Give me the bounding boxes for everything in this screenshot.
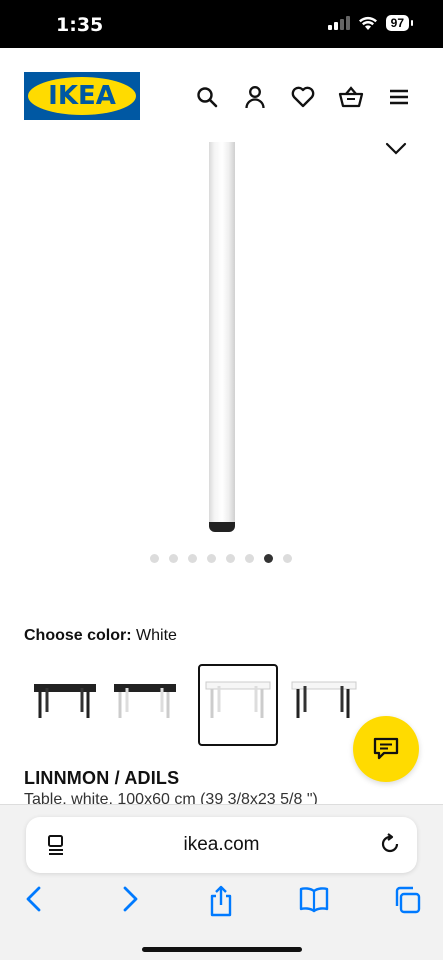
forward-icon[interactable] (120, 885, 140, 918)
gallery-pagination-dots[interactable] (150, 554, 292, 563)
chat-button[interactable] (353, 716, 419, 782)
status-bar: 1:35 97 (0, 0, 443, 48)
browser-bottom-bar: ikea.com (0, 804, 443, 960)
logo-oval: IKEA (28, 77, 136, 115)
swatch-black-brown-black[interactable] (22, 664, 102, 746)
swatch-black-brown-white[interactable] (110, 664, 190, 746)
back-icon[interactable] (24, 885, 44, 918)
logo-text: IKEA (48, 81, 116, 111)
color-swatches (22, 664, 366, 746)
signal-icon (327, 16, 350, 30)
product-image-table-leg (209, 142, 235, 530)
account-icon[interactable] (242, 84, 268, 110)
gallery-dot-active[interactable] (264, 554, 273, 563)
site-header: IKEA (0, 48, 443, 142)
gallery-dot[interactable] (188, 554, 197, 563)
reload-icon[interactable] (379, 833, 401, 860)
ikea-logo[interactable]: IKEA (24, 72, 140, 120)
gallery-dot[interactable] (283, 554, 292, 563)
status-time: 1:35 (56, 14, 104, 36)
gallery-dot[interactable] (226, 554, 235, 563)
product-description: Table, white, 100x60 cm (39 3/8x23 5/8 "… (24, 791, 318, 805)
color-chooser-label: Choose color: White (24, 627, 177, 645)
bookmarks-icon[interactable] (298, 885, 330, 918)
share-icon[interactable] (208, 885, 234, 922)
home-indicator (142, 947, 302, 952)
tabs-icon[interactable] (392, 885, 422, 920)
battery-indicator: 97 (385, 15, 414, 31)
product-image-leg-foot (209, 522, 235, 532)
url-text[interactable]: ikea.com (26, 834, 417, 856)
header-icons (194, 84, 412, 110)
wifi-icon (358, 16, 377, 30)
chat-bubble-icon (373, 737, 399, 760)
status-icons: 97 (327, 15, 414, 31)
gallery-dot[interactable] (169, 554, 178, 563)
gallery-dot[interactable] (245, 554, 254, 563)
color-value: White (136, 627, 177, 644)
chevron-down-icon[interactable] (385, 142, 407, 161)
product-image-gallery[interactable] (0, 142, 443, 572)
color-label: Choose color: (24, 627, 132, 644)
shopping-bag-icon[interactable] (338, 84, 364, 110)
search-icon[interactable] (194, 84, 220, 110)
product-title: LINNMON / ADILS (24, 768, 180, 788)
gallery-dot[interactable] (207, 554, 216, 563)
address-bar[interactable]: ikea.com (26, 817, 417, 873)
swatch-white-black[interactable] (286, 664, 366, 746)
favorites-heart-icon[interactable] (290, 84, 316, 110)
gallery-dot[interactable] (150, 554, 159, 563)
swatch-white-selected[interactable] (198, 664, 278, 746)
browser-toolbar (0, 881, 443, 921)
menu-icon[interactable] (386, 84, 412, 110)
